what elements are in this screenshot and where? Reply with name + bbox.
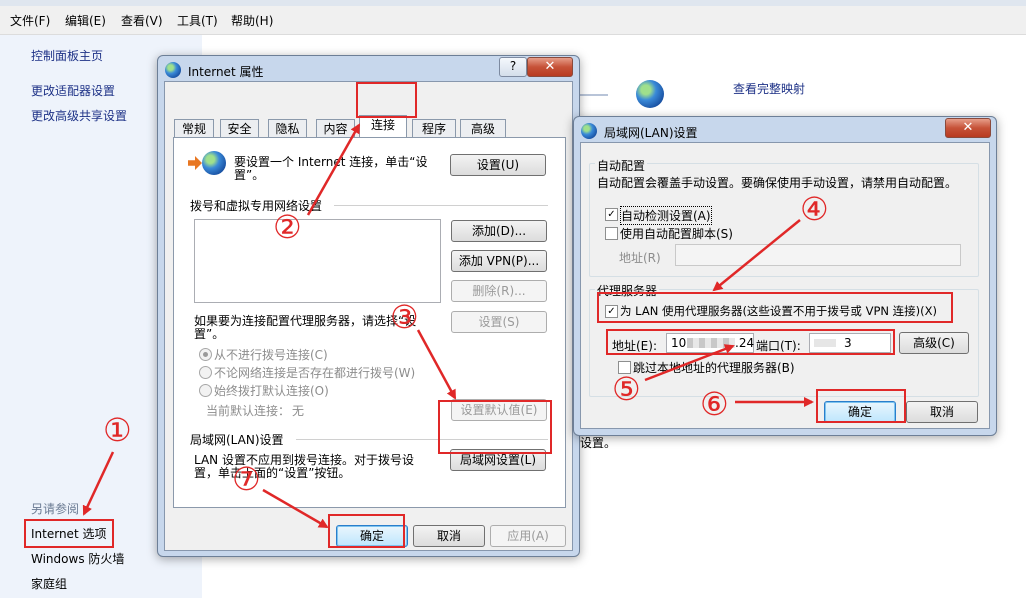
annotation-step-3: ③ (390, 298, 419, 336)
arrow-5 (644, 344, 735, 382)
annotation-arrows (82, 123, 814, 529)
arrow-2 (306, 123, 361, 216)
arrow-3 (416, 329, 457, 400)
arrow-1 (82, 451, 115, 516)
annotation-step-4: ④ (800, 190, 829, 228)
annotation-step-6: ⑥ (700, 385, 729, 423)
annotation-step-2: ② (273, 208, 302, 246)
annotation-step-1: ① (103, 411, 132, 449)
annotation-step-7: ⑦ (232, 460, 261, 498)
arrow-4 (712, 219, 801, 292)
annotation-step-5: ⑤ (612, 370, 641, 408)
arrow-7 (262, 488, 329, 529)
